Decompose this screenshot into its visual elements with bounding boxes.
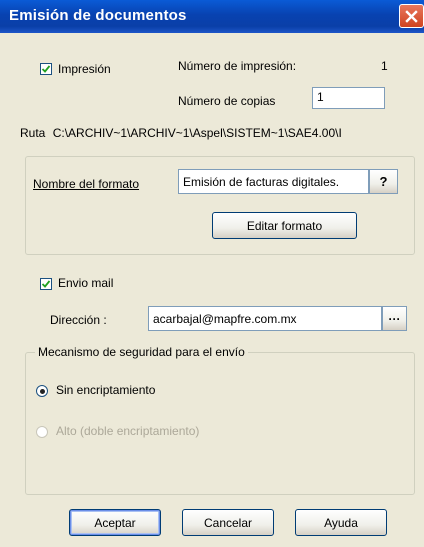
seguridad-group-label: Mecanismo de seguridad para el envío [35, 345, 248, 359]
ruta-row: Ruta C:\ARCHIV~1\ARCHIV~1\Aspel\SISTEM~1… [20, 126, 424, 140]
ayuda-button[interactable]: Ayuda [295, 509, 387, 536]
alto-encriptamiento-radio[interactable] [36, 426, 48, 438]
impresion-checkbox[interactable] [40, 63, 52, 75]
aceptar-button[interactable]: Aceptar [69, 509, 161, 536]
sin-encriptamiento-radio[interactable] [36, 385, 48, 397]
numero-copias-input[interactable]: 1 [312, 87, 385, 109]
numero-impresion-label: Número de impresión: [178, 59, 297, 73]
direccion-browse-button[interactable]: ··· [382, 306, 407, 331]
formato-help-button[interactable]: ? [369, 169, 398, 194]
formato-input[interactable]: Emisión de facturas digitales. [178, 169, 369, 194]
ruta-value: C:\ARCHIV~1\ARCHIV~1\Aspel\SISTEM~1\SAE4… [52, 126, 342, 140]
cancelar-button[interactable]: Cancelar [182, 509, 274, 536]
envio-mail-checkbox[interactable] [40, 278, 52, 290]
nombre-formato-label-text: Nombre del formato [33, 177, 140, 191]
checkmark-icon [41, 65, 51, 73]
direccion-label: Dirección : [50, 313, 107, 327]
envio-mail-label[interactable]: Envio mail [58, 276, 113, 290]
numero-copias-label: Número de copias [178, 94, 276, 108]
impresion-label[interactable]: Impresión [58, 62, 111, 76]
close-button[interactable] [399, 4, 424, 28]
alto-encriptamiento-label[interactable]: Alto (doble encriptamiento) [56, 424, 199, 438]
numero-impresion-value: 1 [381, 59, 388, 73]
ruta-label: Ruta [20, 126, 46, 140]
close-icon [405, 9, 418, 23]
checkmark-icon [41, 280, 51, 288]
direccion-input[interactable]: acarbajal@mapfre.com.mx [148, 306, 382, 331]
nombre-formato-label: Nombre del formato [33, 177, 139, 191]
sin-encriptamiento-label[interactable]: Sin encriptamiento [56, 383, 155, 397]
radio-dot [39, 388, 45, 394]
window-title: Emisión de documentos [9, 7, 187, 24]
editar-formato-button[interactable]: Editar formato [212, 212, 357, 239]
